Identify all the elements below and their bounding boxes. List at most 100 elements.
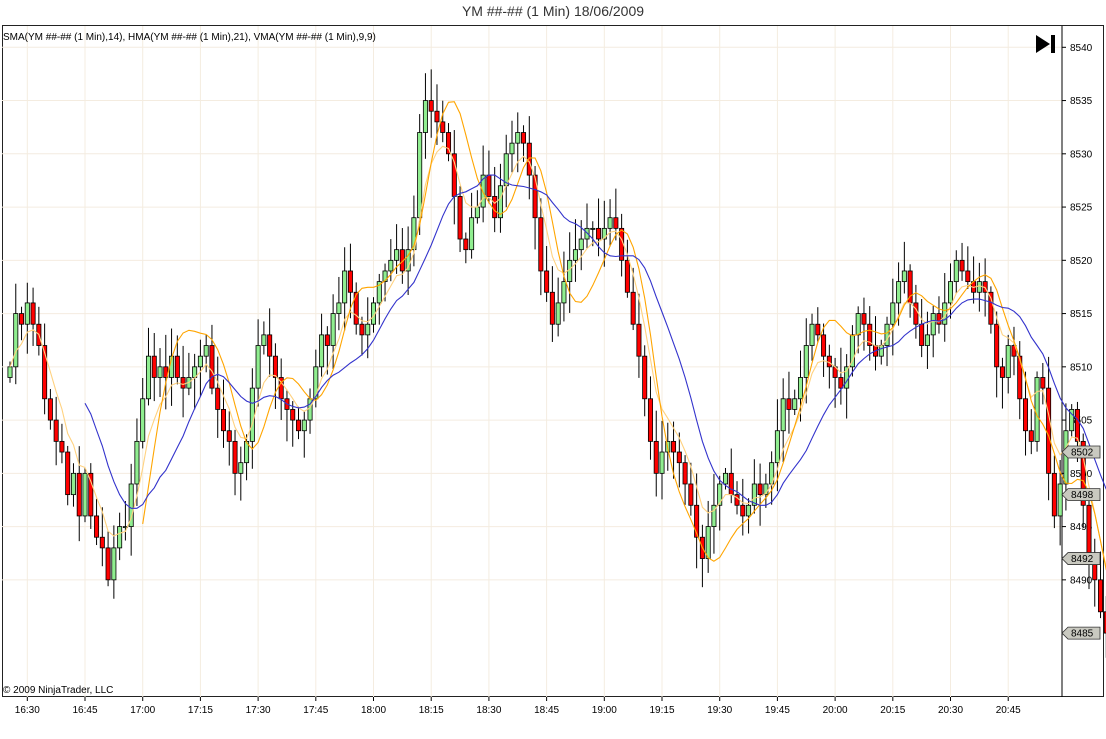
x-tick-label: 20:00	[823, 705, 848, 716]
indicator-legend: SMA(YM ##-## (1 Min),14), HMA(YM ##-## (…	[3, 32, 376, 43]
candle-body	[359, 323, 365, 336]
y-tick-label: 8540	[1070, 43, 1093, 54]
x-tick-label: 20:45	[996, 705, 1021, 716]
candle-body	[509, 142, 515, 155]
candle-body	[607, 217, 613, 229]
candle-body	[319, 334, 325, 368]
candle-body	[676, 451, 682, 464]
x-tick-label: 18:45	[534, 705, 559, 716]
candle-body	[786, 398, 792, 410]
x-tick-label: 18:15	[419, 705, 444, 716]
x-tick-label: 20:30	[938, 705, 963, 716]
candle-body	[572, 249, 578, 261]
price-tag-label: 8492	[1071, 554, 1094, 565]
candle-body	[774, 430, 780, 464]
price-tag-label: 8485	[1071, 629, 1094, 640]
candle-body	[1005, 345, 1011, 378]
candle-body	[13, 313, 19, 368]
candle-body	[901, 270, 907, 283]
candle-body	[82, 472, 88, 517]
candle-body	[394, 249, 400, 261]
candle-body	[515, 132, 521, 144]
candle-body	[301, 419, 307, 432]
hma-line	[142, 101, 1106, 571]
candle-body	[821, 334, 827, 357]
candle-body	[76, 472, 82, 517]
candle-body	[636, 323, 642, 357]
candle-body	[1040, 377, 1046, 389]
candle-body	[936, 313, 942, 325]
candle-body	[105, 547, 111, 581]
price-tag-label: 8498	[1071, 490, 1094, 501]
candle-body	[959, 259, 965, 272]
candle-body	[1086, 504, 1092, 559]
price-tag-label: 8502	[1071, 448, 1094, 459]
price-chart[interactable]: 8540853585308525852085158510850585008495…	[0, 0, 1106, 739]
candle-body	[1051, 472, 1057, 517]
candle-body	[267, 334, 273, 357]
candle-body	[1057, 483, 1063, 517]
candle-body	[324, 334, 330, 346]
candle-body	[976, 281, 982, 293]
x-tick-label: 19:15	[649, 705, 674, 716]
candle-body	[197, 355, 203, 368]
candle-body	[134, 440, 140, 485]
candle-body	[290, 409, 296, 421]
candle-body	[295, 419, 301, 432]
candle-body	[596, 227, 602, 240]
candle-body	[590, 227, 596, 230]
x-tick-label: 18:00	[361, 705, 386, 716]
x-tick-label: 19:00	[592, 705, 617, 716]
candle-body	[953, 259, 959, 283]
candle-body	[896, 281, 902, 304]
candle-body	[688, 483, 694, 506]
candle-body	[469, 217, 475, 251]
candle-body	[388, 259, 394, 272]
candle-body	[347, 270, 353, 293]
candle-body	[111, 547, 117, 581]
skip-to-end-icon[interactable]	[1033, 33, 1059, 55]
candle-body	[1034, 377, 1040, 442]
x-tick-label: 16:30	[15, 705, 40, 716]
candle-body	[792, 398, 798, 410]
y-tick-label: 8525	[1070, 203, 1093, 214]
candle-body	[913, 302, 919, 325]
candle-body	[88, 472, 94, 517]
y-tick-label: 8530	[1070, 149, 1093, 160]
candle-body	[919, 323, 925, 346]
candle-body	[53, 419, 59, 442]
candle-body	[220, 409, 226, 432]
candle-body	[647, 398, 653, 442]
candle-body	[728, 472, 734, 496]
candle-body	[232, 440, 238, 474]
candle-body	[117, 526, 123, 549]
candle-body	[1046, 387, 1052, 474]
candle-body	[180, 377, 186, 389]
candle-body	[682, 462, 688, 485]
candle-body	[930, 313, 936, 336]
candle-body	[342, 270, 348, 304]
candle-body	[538, 217, 544, 272]
candle-body	[249, 387, 255, 442]
candle-body	[722, 472, 728, 485]
candle-body	[65, 451, 71, 496]
candle-body	[336, 302, 342, 314]
candle-body	[255, 345, 261, 389]
price-tag: 8502	[1061, 445, 1101, 459]
candle-body	[463, 238, 469, 251]
candle-body	[884, 323, 890, 346]
candle-body	[145, 355, 151, 400]
candle-body	[924, 334, 930, 346]
sma-line	[84, 174, 1106, 509]
candle-body	[422, 100, 428, 133]
candle-body	[417, 132, 423, 219]
candle-body	[890, 302, 896, 325]
candle-body	[803, 345, 809, 378]
candle-body	[1074, 409, 1080, 442]
candle-body	[59, 440, 65, 453]
copyright-notice: © 2009 NinjaTrader, LLC	[3, 685, 114, 696]
candle-body	[140, 398, 146, 442]
candle-body	[1098, 579, 1104, 613]
x-tick-label: 18:30	[476, 705, 501, 716]
candle-body	[94, 515, 100, 538]
